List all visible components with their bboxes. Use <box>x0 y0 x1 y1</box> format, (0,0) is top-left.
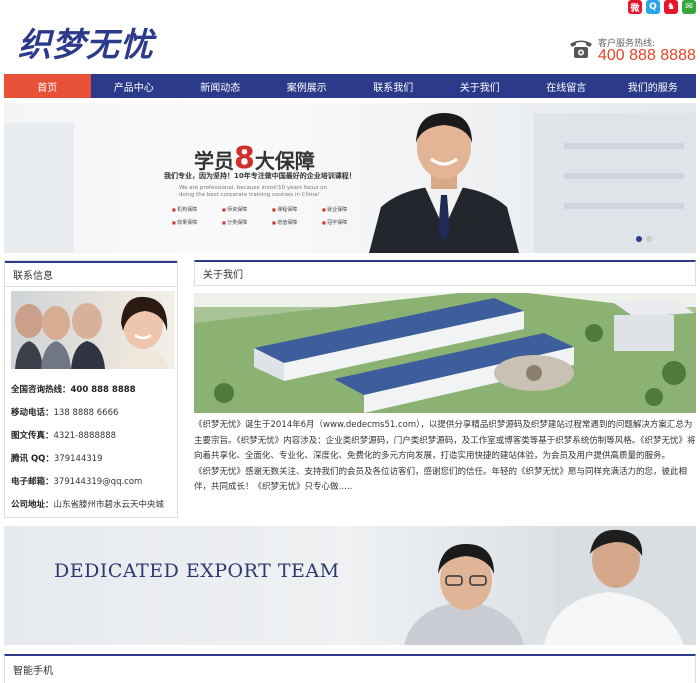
telephone-icon <box>570 40 592 58</box>
site-logo[interactable]: 织梦无忧 <box>18 18 154 66</box>
contact-label: 腾讯 QQ： <box>11 454 54 464</box>
bg-building <box>4 123 74 253</box>
call-center-image <box>11 291 175 369</box>
nav-item-news[interactable]: 新闻动态 <box>177 74 264 98</box>
wechat-icon[interactable]: ✉ <box>682 0 696 14</box>
banner-tag: 效果保障 <box>172 219 222 226</box>
banner-tag: 机构保障 <box>172 206 222 213</box>
about-panel: 关于我们 《织梦无忧》诞生于2014年6月（www.dedecms51.com）… <box>194 260 696 518</box>
banner-tag: 分类保障 <box>222 219 272 226</box>
contact-value: 138 8888 6666 <box>53 408 119 418</box>
call-center-illustration <box>15 296 169 369</box>
nav-item-contact[interactable]: 联系我们 <box>350 74 437 98</box>
contact-label: 全国咨询热线： <box>11 385 71 395</box>
contact-label: 移动电话： <box>11 408 54 418</box>
nav-item-cases[interactable]: 案例展示 <box>264 74 351 98</box>
about-heading: 关于我们 <box>194 260 696 286</box>
contact-panel: 联系信息 全国咨询热线：400 888 8888 移动电话：138 8888 6… <box>4 260 178 518</box>
qzone-icon[interactable]: Q <box>646 0 660 14</box>
mobile-section-heading: 智能手机 <box>13 666 53 677</box>
nav-item-home[interactable]: 首页 <box>4 74 91 98</box>
bg-building <box>564 173 684 179</box>
banner-subtitle: 我们专业，因为坚持！10年专注做中国最好的企业培训课程！ <box>164 172 356 180</box>
team-banner-text: DEDICATED EXPORT TEAM <box>54 560 340 582</box>
banner-title-prefix: 学员 <box>194 149 234 173</box>
contact-value: 379144319 <box>53 454 103 464</box>
banner-english: We are professional, because insist!10 y… <box>179 185 328 198</box>
nav-item-about[interactable]: 关于我们 <box>437 74 524 98</box>
slider-dots <box>636 236 652 242</box>
main-nav: 首页 产品中心 新闻动态 案例展示 联系我们 关于我们 在线留言 我们的服务 <box>4 74 696 98</box>
contact-value[interactable]: 379144319@qq.com <box>54 477 143 487</box>
qq-icon[interactable]: ♞ <box>664 0 678 14</box>
campus-illustration <box>194 293 696 413</box>
contact-label: 电子邮箱： <box>11 477 54 487</box>
banner-tag: 增值保障 <box>272 219 322 226</box>
contact-label: 图文传真： <box>11 431 54 441</box>
banner-tag: 课程保障 <box>272 206 322 213</box>
campus-image <box>194 293 696 413</box>
contact-value: 400 888 8888 <box>70 385 136 395</box>
slider-dot[interactable] <box>636 236 642 242</box>
mobile-section: 智能手机 <box>4 654 696 683</box>
nav-item-products[interactable]: 产品中心 <box>91 74 178 98</box>
site-header: 织梦无忧 微 Q ♞ ✉ 客户服务热线: 400 888 8888 <box>0 0 700 70</box>
team-banner: DEDICATED EXPORT TEAM <box>4 526 696 645</box>
hotline-block: 客户服务热线: 400 888 8888 <box>568 34 698 68</box>
bg-building <box>564 143 684 149</box>
contact-value: 4321-8888888 <box>53 431 117 441</box>
nav-item-message[interactable]: 在线留言 <box>523 74 610 98</box>
businessman-image <box>369 113 519 253</box>
banner-tags: 机构保障 师资保障 课程保障 就业保障 效果保障 分类保障 增值保障 冠字保障 <box>172 206 372 226</box>
team-image <box>404 526 696 645</box>
contact-row-mobile: 移动电话：138 8888 6666 <box>11 406 118 418</box>
contact-row-qq: 腾讯 QQ：379144319 <box>11 452 103 464</box>
slider-dot[interactable] <box>646 236 652 242</box>
contact-row-address: 公司地址：山东省滕州市碧水云天中央城 <box>11 498 164 510</box>
hero-banner[interactable]: 学员8大保障 我们专业，因为坚持！10年专注做中国最好的企业培训课程！ We a… <box>4 103 696 253</box>
bg-building <box>564 203 684 209</box>
weibo-icon[interactable]: 微 <box>628 0 642 14</box>
nav-item-services[interactable]: 我们的服务 <box>610 74 697 98</box>
contact-row-email: 电子邮箱：379144319@qq.com <box>11 475 142 487</box>
banner-tag: 师资保障 <box>222 206 272 213</box>
bg-building <box>534 113 696 253</box>
banner-title-suffix: 大保障 <box>254 149 315 173</box>
about-paragraph: 《织梦无忧》感谢无数关注、支持我们的会员及各位访客们，感谢您们的信任。年轻的《织… <box>194 466 688 493</box>
hotline-number: 400 888 8888 <box>598 47 696 64</box>
contact-heading: 联系信息 <box>5 261 177 287</box>
about-paragraph: 《织梦无忧》诞生于2014年6月（www.dedecms51.com），以提供分… <box>194 420 696 461</box>
social-links: 微 Q ♞ ✉ <box>628 0 696 14</box>
contact-value: 山东省滕州市碧水云天中央城 <box>53 500 165 510</box>
contact-row-hotline: 全国咨询热线：400 888 8888 <box>11 383 136 395</box>
about-text: 《织梦无忧》诞生于2014年6月（www.dedecms51.com），以提供分… <box>194 418 696 496</box>
contact-label: 公司地址： <box>11 500 54 510</box>
contact-row-fax: 图文传真：4321-8888888 <box>11 429 116 441</box>
